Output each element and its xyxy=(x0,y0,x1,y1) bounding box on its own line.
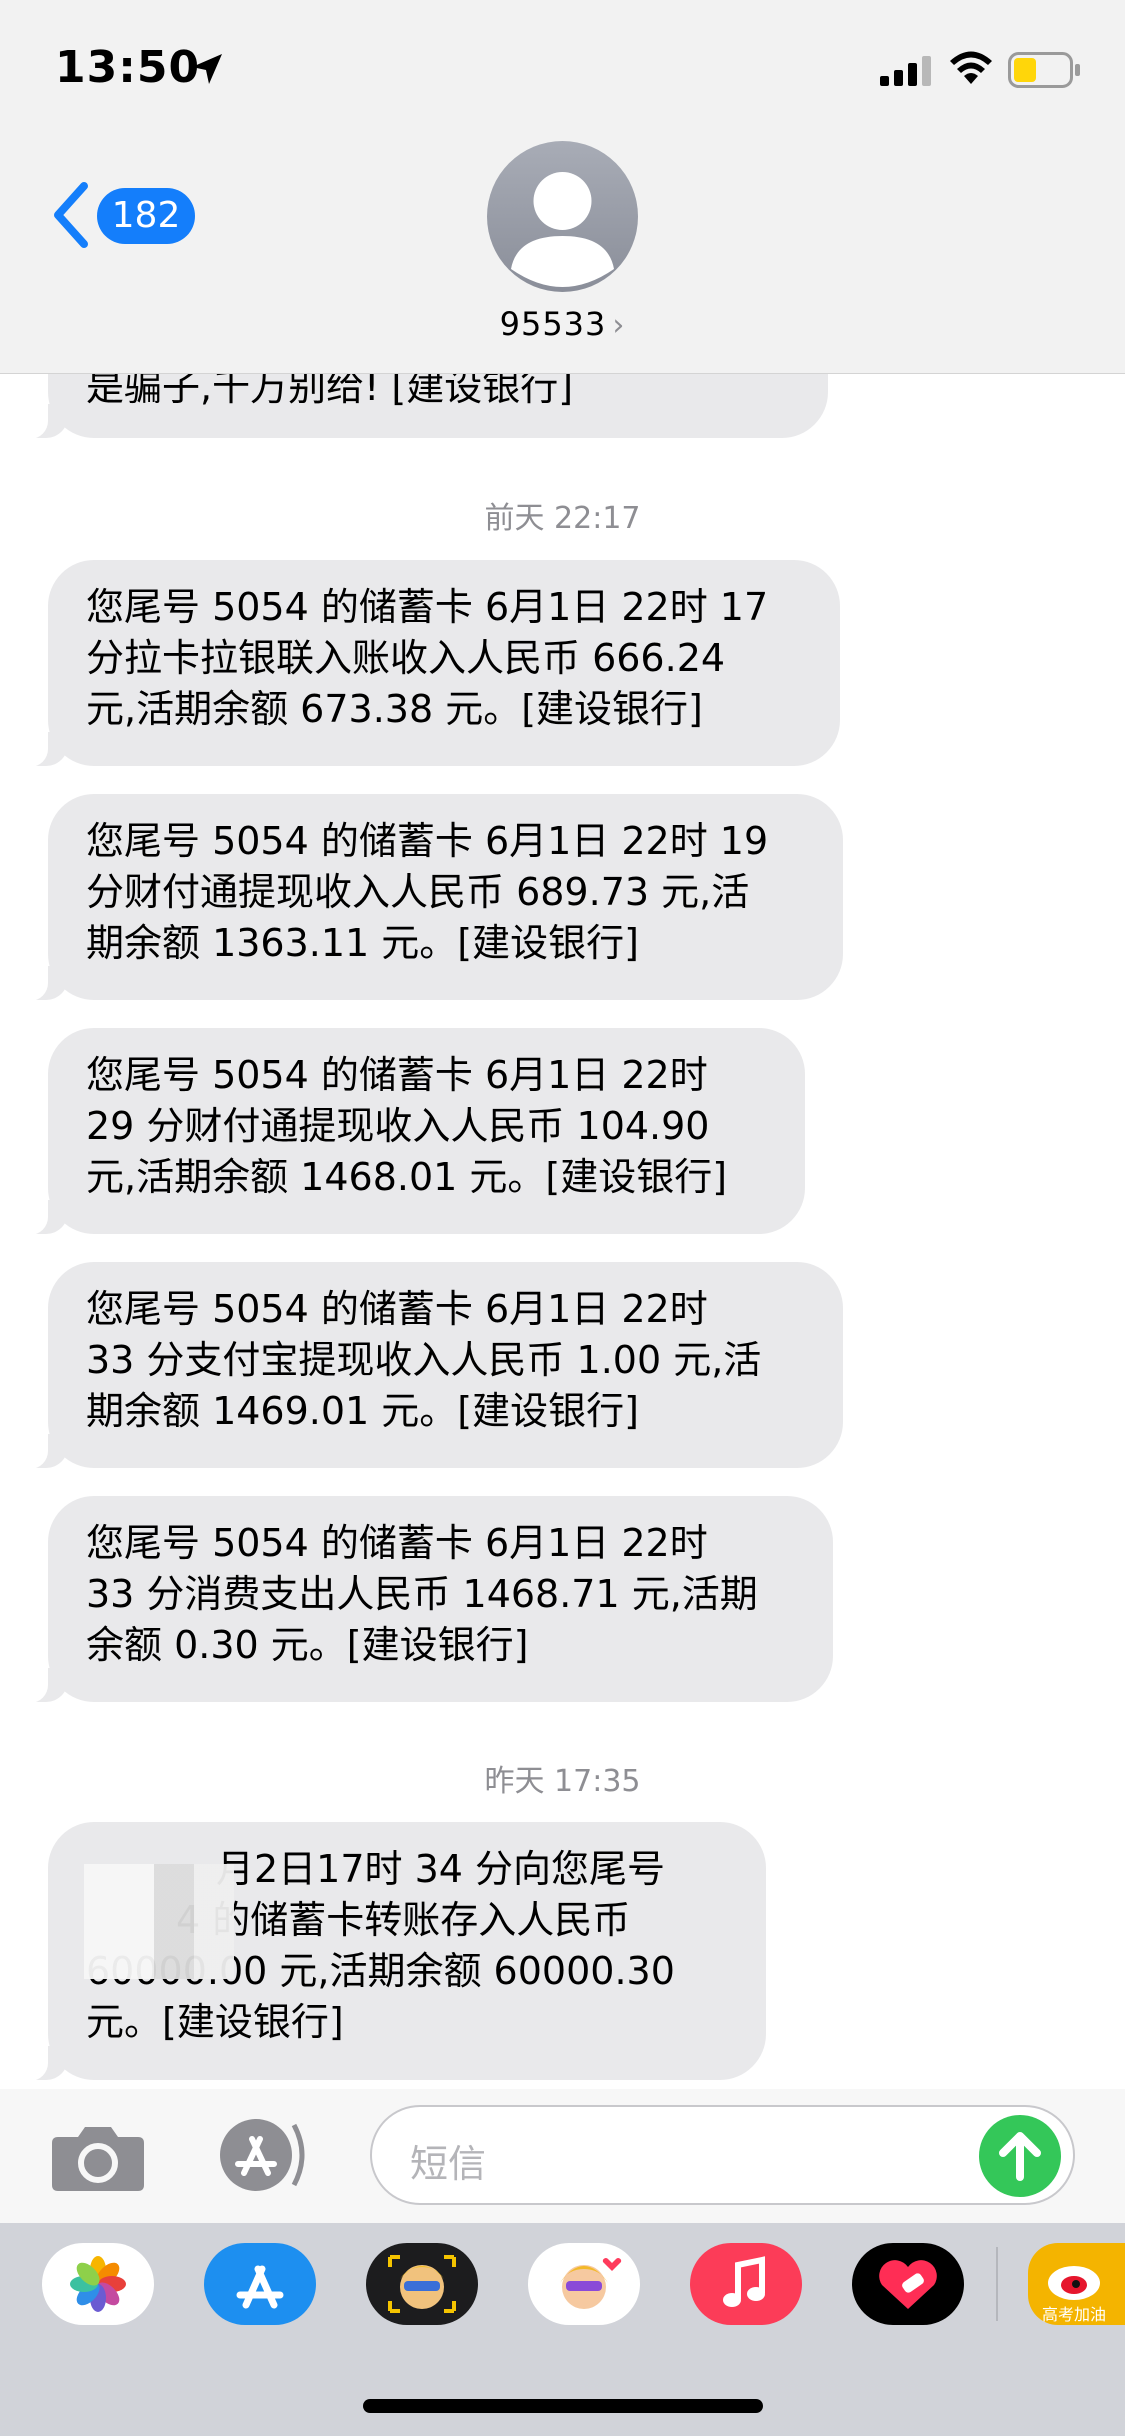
app-store-app[interactable] xyxy=(204,2243,316,2325)
music-icon xyxy=(723,2256,765,2307)
camera-icon[interactable] xyxy=(50,2121,146,2193)
wifi-icon xyxy=(950,51,992,84)
message-bubble-4[interactable]: 您尾号 5054 的储蓄卡 6月1日 22时 33 分支付宝提现收入人民币 1.… xyxy=(22,1262,843,1469)
message-line: 分财付通提现收入人民币 689.73 元,活 xyxy=(86,870,750,914)
message-line: 您尾号 5054 的储蓄卡 6月1日 22时 17 xyxy=(86,585,769,629)
home-indicator[interactable] xyxy=(363,2399,763,2413)
message-bubble-1[interactable]: 您尾号 5054 的储蓄卡 6月1日 22时 17 分拉卡拉银联入账收入人民币 … xyxy=(22,560,840,767)
animoji-icon xyxy=(388,2255,456,2313)
message-line: 元,活期余额 1468.01 元。[建设银行] xyxy=(86,1155,728,1199)
message-line: 您尾号 5054 的储蓄卡 6月1日 22时 19 xyxy=(86,819,769,863)
weibo-app[interactable]: 高考加油 xyxy=(1028,2243,1125,2325)
message-bubble-3[interactable]: 您尾号 5054 的储蓄卡 6月1日 22时 29 分财付通提现收入人民币 10… xyxy=(22,1028,805,1235)
message-line: 元。[建设银行] xyxy=(86,2000,344,2044)
message-line: 元,活期余额 673.38 元。[建设银行] xyxy=(86,687,703,731)
message-line: 33 分支付宝提现收入人民币 1.00 元,活 xyxy=(86,1338,762,1382)
strip-divider xyxy=(996,2247,998,2321)
message-bubble-5[interactable]: 您尾号 5054 的储蓄卡 6月1日 22时 33 分消费支出人民币 1468.… xyxy=(22,1496,833,1703)
redaction-overlay xyxy=(84,1864,234,1979)
back-chevron-icon[interactable] xyxy=(50,182,90,248)
app-store-icon xyxy=(236,2265,284,2309)
back-unread-badge[interactable]: 182 xyxy=(97,188,195,244)
digital-touch-icon xyxy=(879,2260,937,2309)
conversation-header: 13:50 182 95533 › xyxy=(0,0,1125,374)
message-line: 余额 0.30 元。[建设银行] xyxy=(86,1623,529,1667)
person-icon xyxy=(511,172,614,287)
chevron-right-icon: › xyxy=(612,308,626,343)
weibo-label: 高考加油 xyxy=(1042,2305,1107,2324)
timestamp-1: 前天 22:17 xyxy=(484,501,641,536)
message-line: 分拉卡拉银联入账收入人民币 666.24 xyxy=(86,636,726,680)
status-time: 13:50 xyxy=(55,42,201,93)
message-line: 您尾号 5054 的储蓄卡 6月1日 22时 xyxy=(86,1287,708,1331)
avatar[interactable] xyxy=(487,141,638,292)
digital-touch-app[interactable] xyxy=(852,2243,964,2325)
music-app[interactable] xyxy=(690,2243,802,2325)
message-line: 您尾号 5054 的储蓄卡 6月1日 22时 xyxy=(86,1053,708,1097)
contact-number: 95533 xyxy=(499,305,607,343)
message-placeholder: 短信 xyxy=(410,2142,487,2186)
animoji-app[interactable] xyxy=(366,2243,478,2325)
message-bubble-2[interactable]: 您尾号 5054 的储蓄卡 6月1日 22时 19 分财付通提现收入人民币 68… xyxy=(22,794,843,1001)
battery-icon xyxy=(1008,52,1080,88)
send-button[interactable] xyxy=(979,2115,1061,2197)
message-line: 33 分消费支出人民币 1468.71 元,活期 xyxy=(86,1572,758,1616)
message-line: 期余额 1469.01 元。[建设银行] xyxy=(86,1389,639,1433)
photos-icon xyxy=(70,2256,126,2312)
message-line: 期余额 1363.11 元。[建设银行] xyxy=(86,921,639,965)
message-line: 您尾号 5054 的储蓄卡 6月1日 22时 xyxy=(86,1521,708,1565)
message-line: 29 分财付通提现收入人民币 104.90 xyxy=(86,1104,710,1148)
memoji-icon xyxy=(560,2258,622,2309)
photos-app[interactable] xyxy=(42,2243,154,2325)
send-arrow-icon xyxy=(999,2132,1041,2181)
contact-name[interactable]: 95533 › xyxy=(0,305,1125,343)
compose-bar: 短信 xyxy=(0,2089,1125,2223)
location-arrow-icon xyxy=(192,54,222,84)
message-input[interactable]: 短信 xyxy=(370,2105,1075,2205)
timestamp-2: 昨天 17:35 xyxy=(484,1764,641,1799)
message-bubble-6[interactable]: 月2日17时 34 分向您尾号 4 的储蓄卡转账存入人民币 60000.00 元… xyxy=(22,1822,766,2081)
memoji-app[interactable] xyxy=(528,2243,640,2325)
signal-icon xyxy=(880,56,931,86)
imessage-app-strip: 高考加油 xyxy=(0,2223,1125,2436)
app-store-icon[interactable] xyxy=(210,2117,318,2193)
